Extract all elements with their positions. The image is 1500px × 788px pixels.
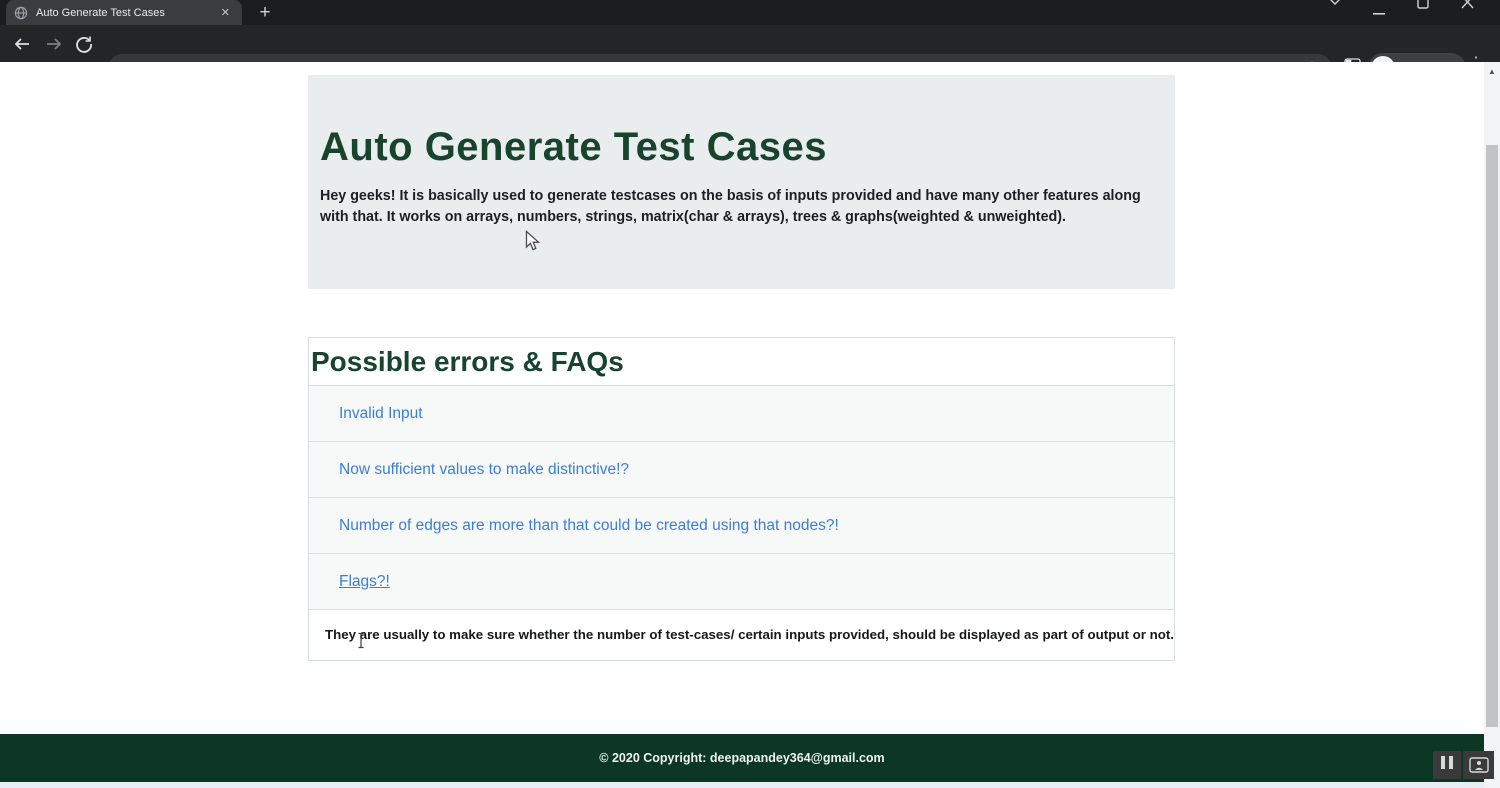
jumbotron: Auto Generate Test Cases Hey geeks! It i…: [308, 75, 1175, 289]
chevron-down-icon[interactable]: [1328, 0, 1342, 14]
tab-close-icon[interactable]: ✕: [217, 6, 234, 19]
new-tab-button[interactable]: +: [252, 1, 278, 25]
forward-icon[interactable]: [42, 32, 66, 56]
page-title: Auto Generate Test Cases: [320, 125, 1163, 170]
maximize-icon[interactable]: [1416, 0, 1430, 15]
faq-link[interactable]: Now sufficient values to make distinctiv…: [339, 461, 629, 479]
scrollbar-up-icon[interactable]: ▲: [1484, 67, 1500, 76]
picture-in-picture-button[interactable]: [1463, 751, 1494, 779]
close-window-icon[interactable]: [1460, 0, 1475, 15]
faq-expanded-answer: They are usually to make sure whether th…: [309, 610, 1174, 658]
reload-icon[interactable]: [72, 32, 96, 56]
globe-favicon-icon: [14, 6, 28, 20]
window-controls: [1320, 0, 1500, 25]
faq-link[interactable]: Invalid Input: [339, 405, 423, 423]
pause-icon: [1439, 756, 1455, 774]
copyright-text: © 2020 Copyright: deepapandey364@gmail.c…: [599, 751, 884, 765]
faq-link[interactable]: Number of edges are more than that could…: [339, 517, 839, 535]
tab-strip: Auto Generate Test Cases ✕ +: [0, 0, 1500, 25]
faq-item-sufficient-values[interactable]: Now sufficient values to make distinctiv…: [309, 442, 1174, 498]
browser-toolbar: 127.0.0.1:8000/start/: [0, 25, 1500, 62]
picture-in-picture-icon: [1469, 757, 1489, 773]
browser-window: Auto Generate Test Cases ✕ +: [0, 0, 1500, 788]
page-footer: © 2020 Copyright: deepapandey364@gmail.c…: [0, 734, 1484, 782]
tab-title: Auto Generate Test Cases: [36, 7, 217, 19]
page-description: Hey geeks! It is basically used to gener…: [320, 186, 1156, 228]
faq-item-flags[interactable]: Flags?!: [309, 554, 1174, 610]
faq-item-invalid-input[interactable]: Invalid Input: [309, 386, 1174, 442]
viewport-bottom-strip: [0, 782, 1484, 788]
faq-card-title: Possible errors & FAQs: [309, 338, 1174, 386]
back-icon[interactable]: [10, 32, 34, 56]
faq-item-number-of-edges[interactable]: Number of edges are more than that could…: [309, 498, 1174, 554]
scrollbar-thumb[interactable]: [1486, 145, 1498, 727]
recording-pause-button[interactable]: [1433, 751, 1462, 779]
faq-card: Possible errors & FAQs Invalid Input Now…: [308, 337, 1175, 661]
page-scrollbar[interactable]: ▲: [1484, 62, 1500, 788]
minimize-icon[interactable]: [1372, 3, 1386, 21]
page-content: Auto Generate Test Cases Hey geeks! It i…: [0, 62, 1484, 734]
faq-link[interactable]: Flags?!: [339, 573, 390, 591]
browser-tab[interactable]: Auto Generate Test Cases ✕: [6, 0, 242, 25]
